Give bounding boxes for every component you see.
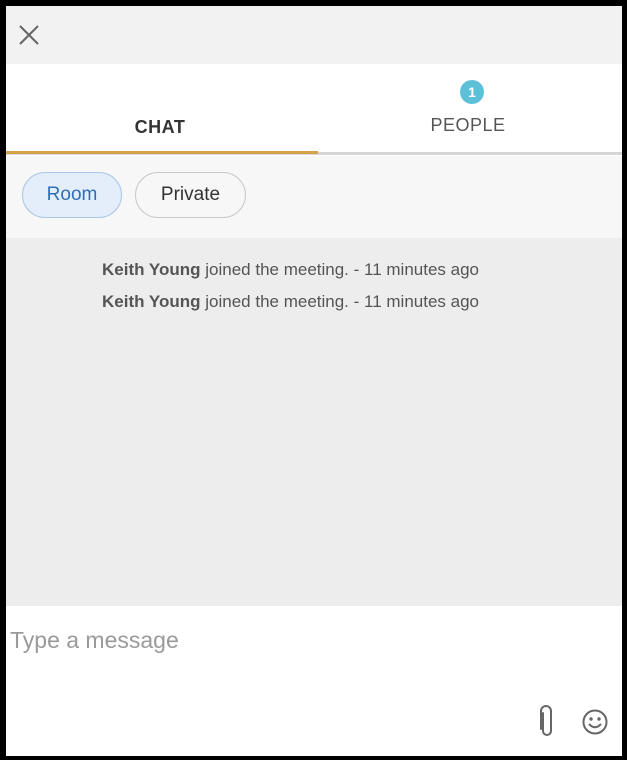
tab-people[interactable]: PEOPLE [314,64,622,154]
participant-name: Keith Young [102,292,201,311]
room-filter-button[interactable]: Room [22,172,122,218]
log-entry: Keith Young joined the meeting. - 11 min… [102,260,479,280]
smiley-icon [582,709,608,735]
log-text: joined the meeting. - 11 minutes ago [200,260,479,279]
log-text: joined the meeting. - 11 minutes ago [200,292,479,311]
log-entry: Keith Young joined the meeting. - 11 min… [102,292,479,312]
message-log: Keith Young joined the meeting. - 11 min… [6,238,622,606]
close-icon [19,25,39,45]
private-filter-button[interactable]: Private [135,172,246,218]
tab-chat-label: CHAT [134,117,186,137]
paperclip-icon [540,705,552,736]
attach-button[interactable] [532,704,562,740]
active-tab-indicator [6,151,318,154]
chat-panel: CHAT PEOPLE 1 Room Private Keith Young j… [6,6,622,756]
tab-chat[interactable]: CHAT [6,64,314,154]
emoji-button[interactable] [580,704,610,740]
tab-people-label: PEOPLE [430,115,506,135]
people-count-badge: 1 [460,80,484,104]
participant-name: Keith Young [102,260,201,279]
close-button[interactable] [12,18,46,52]
chat-filter-bar: Room Private [6,156,622,238]
tab-bar: CHAT PEOPLE 1 [6,64,622,156]
message-input[interactable] [6,620,570,660]
message-composer [6,606,622,756]
panel-header [6,6,622,64]
